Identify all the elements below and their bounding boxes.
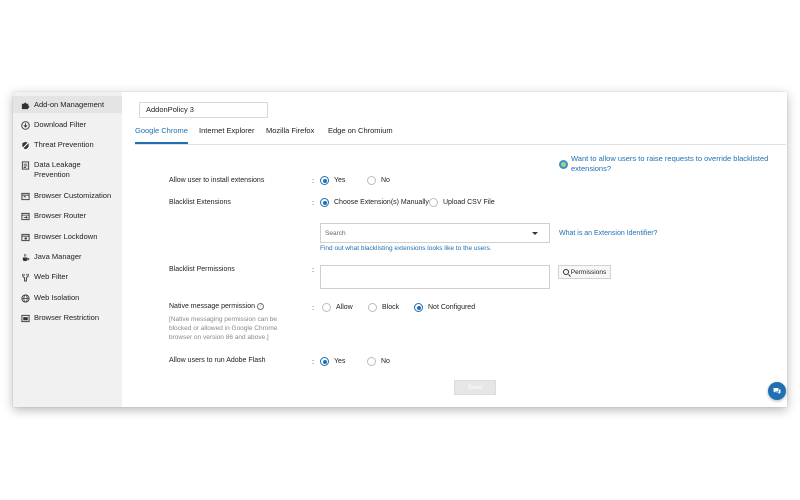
java-cup-icon bbox=[20, 252, 30, 262]
colon: : bbox=[312, 357, 315, 366]
extension-identifier-link[interactable]: What is an Extension Identifier? bbox=[559, 229, 657, 238]
extension-search-dropdown[interactable]: Search bbox=[320, 223, 550, 243]
sidebar-item-threat-prevention[interactable]: Threat Prevention bbox=[13, 140, 122, 150]
globe-icon bbox=[20, 293, 30, 303]
policy-name-input[interactable]: AddonPolicy 3 bbox=[139, 102, 268, 118]
app-window: Add-on Management Download Filter Threat… bbox=[13, 92, 787, 407]
adobe-flash-label: Allow users to run Adobe Flash bbox=[169, 357, 266, 364]
sidebar-item-web-isolation[interactable]: Web Isolation bbox=[13, 293, 122, 303]
sidebar-item-web-filter[interactable]: Web Filter bbox=[13, 272, 122, 282]
filter-icon bbox=[20, 272, 30, 282]
adobe-flash-no-radio[interactable]: No bbox=[367, 357, 390, 366]
sidebar-item-addon-management[interactable]: Add-on Management bbox=[13, 96, 122, 113]
browser-tabs: Google Chrome Internet Explorer Mozilla … bbox=[135, 126, 786, 145]
colon: : bbox=[312, 176, 315, 185]
native-allow-radio[interactable]: Allow bbox=[322, 303, 353, 312]
allow-install-no-radio[interactable]: No bbox=[367, 176, 390, 185]
sidebar-item-data-leakage-prevention[interactable]: Data Leakage Prevention bbox=[13, 160, 122, 180]
search-icon bbox=[562, 269, 569, 275]
data-leak-icon bbox=[20, 160, 30, 170]
tab-internet-explorer[interactable]: Internet Explorer bbox=[199, 126, 254, 144]
colon: : bbox=[312, 303, 315, 312]
router-icon bbox=[20, 211, 30, 221]
info-icon[interactable]: ? bbox=[256, 302, 264, 310]
choose-manually-radio[interactable]: Choose Extension(s) Manually bbox=[320, 198, 429, 207]
sidebar-item-browser-restriction[interactable]: Browser Restriction bbox=[13, 313, 122, 323]
sidebar-item-browser-router[interactable]: Browser Router bbox=[13, 211, 122, 221]
tab-edge-on-chromium[interactable]: Edge on Chromium bbox=[328, 126, 393, 144]
lock-window-icon bbox=[20, 232, 30, 242]
permissions-field[interactable] bbox=[320, 265, 550, 289]
blacklist-extensions-label: Blacklist Extensions bbox=[169, 199, 231, 206]
sidebar-item-java-manager[interactable]: Java Manager bbox=[13, 252, 122, 262]
search-placeholder: Search bbox=[325, 230, 346, 237]
sidebar: Add-on Management Download Filter Threat… bbox=[13, 92, 122, 407]
adobe-flash-yes-radio[interactable]: Yes bbox=[320, 357, 345, 366]
blacklist-permissions-label: Blacklist Permissions bbox=[169, 266, 235, 273]
native-message-label: Native message permission? bbox=[169, 302, 264, 311]
download-icon bbox=[20, 120, 30, 130]
find-out-link[interactable]: Find out what blacklisting extensions lo… bbox=[320, 244, 492, 253]
native-block-radio[interactable]: Block bbox=[368, 303, 399, 312]
upload-csv-radio[interactable]: Upload CSV File bbox=[429, 198, 495, 207]
restriction-icon bbox=[20, 313, 30, 323]
sidebar-item-browser-customization[interactable]: Browser Customization bbox=[13, 191, 122, 201]
sidebar-item-download-filter[interactable]: Download Filter bbox=[13, 120, 122, 130]
sidebar-item-browser-lockdown[interactable]: Browser Lockdown bbox=[13, 232, 122, 242]
help-globe-icon bbox=[559, 159, 568, 169]
puzzle-icon bbox=[20, 100, 30, 110]
save-button[interactable]: Save bbox=[454, 380, 496, 395]
shield-off-icon bbox=[20, 140, 30, 150]
override-request-link[interactable]: Want to allow users to raise requests to… bbox=[559, 154, 787, 174]
chat-icon bbox=[773, 388, 781, 395]
native-not-configured-radio[interactable]: Not Configured bbox=[414, 303, 475, 312]
permissions-button[interactable]: Permissions bbox=[558, 265, 611, 279]
chat-button[interactable] bbox=[768, 382, 786, 400]
tab-google-chrome[interactable]: Google Chrome bbox=[135, 126, 188, 144]
colon: : bbox=[312, 265, 315, 274]
browser-window-icon bbox=[20, 191, 30, 201]
main-content: AddonPolicy 3 Google Chrome Internet Exp… bbox=[135, 92, 787, 407]
allow-install-label: Allow user to install extensions bbox=[169, 177, 265, 184]
colon: : bbox=[312, 198, 315, 207]
native-message-note: [Native messaging permission can be bloc… bbox=[169, 316, 278, 341]
allow-install-yes-radio[interactable]: Yes bbox=[320, 176, 345, 185]
chevron-down-icon bbox=[532, 232, 538, 235]
tab-mozilla-firefox[interactable]: Mozilla Firefox bbox=[266, 126, 314, 144]
